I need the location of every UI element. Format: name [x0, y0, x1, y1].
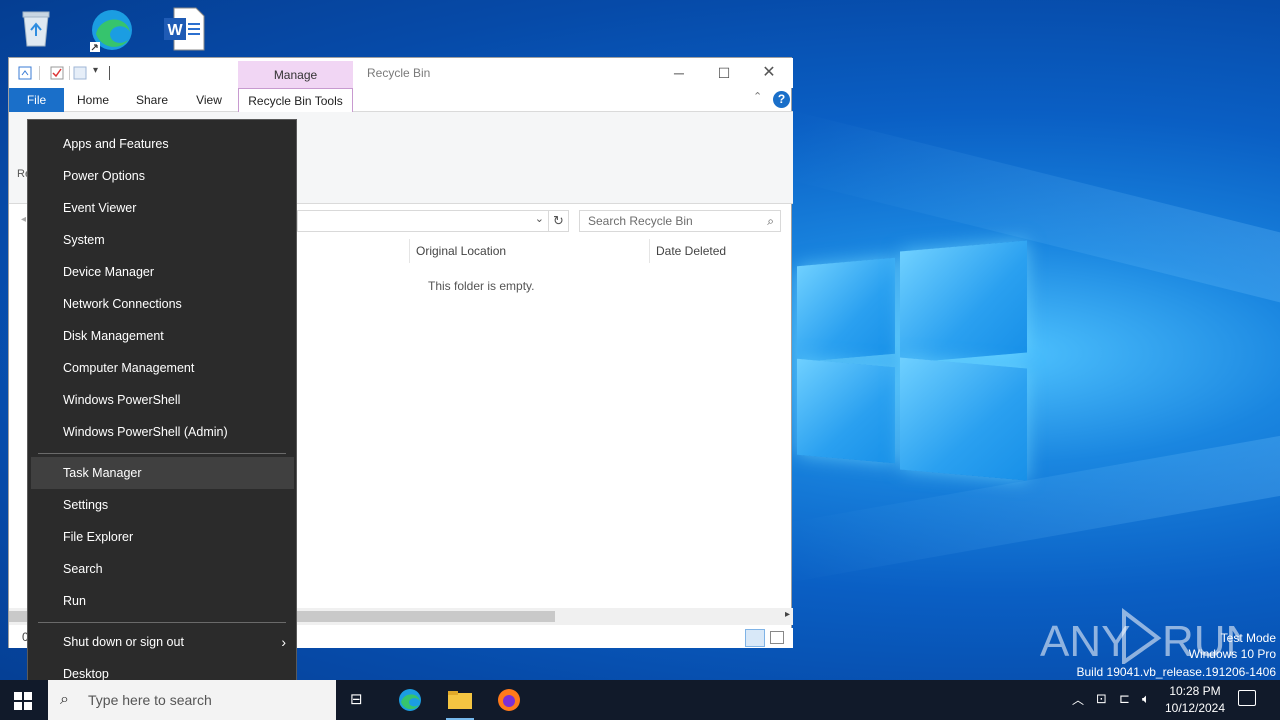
tab-recycle-bin-tools[interactable]: Recycle Bin Tools — [238, 88, 353, 113]
edge-taskbar-icon[interactable] — [398, 688, 422, 712]
logo-pane — [900, 240, 1027, 364]
details-view-icon[interactable] — [745, 629, 765, 647]
clock-time[interactable]: 10:28 PM — [1160, 684, 1230, 698]
scroll-right-icon[interactable]: ▸ — [785, 609, 790, 620]
close-button[interactable]: ✕ — [755, 63, 783, 83]
window-title: Recycle Bin — [367, 66, 431, 80]
search-icon: ⌕ — [60, 691, 69, 708]
tab-view[interactable]: View — [189, 88, 229, 112]
svg-text:W: W — [167, 22, 183, 39]
menu-item-device-manager[interactable]: Device Manager — [31, 256, 294, 288]
empty-folder-message: This folder is empty. — [428, 279, 535, 293]
menu-separator — [38, 453, 286, 454]
new-folder-icon[interactable] — [73, 66, 87, 80]
menu-separator — [38, 622, 286, 623]
collapse-ribbon-icon[interactable]: ⌃ — [753, 90, 762, 103]
windows-edition-label: Windows 10 Pro — [1188, 647, 1276, 661]
address-dropdown-icon[interactable]: ⌄ — [535, 212, 544, 225]
winx-menu[interactable]: Apps and Features Power Options Event Vi… — [27, 119, 297, 699]
taskbar-search-placeholder: Type here to search — [88, 692, 212, 708]
quick-access-dropdown-icon[interactable]: ▾ — [93, 65, 98, 76]
column-date-deleted[interactable]: Date Deleted — [649, 239, 789, 263]
menu-item-system[interactable]: System — [31, 224, 294, 256]
clock-date[interactable]: 10/12/2024 — [1160, 701, 1230, 715]
menu-item-windows-powershell-admin[interactable]: Windows PowerShell (Admin) — [31, 416, 294, 448]
menu-item-power-options[interactable]: Power Options — [31, 160, 294, 192]
large-icons-view-icon[interactable] — [770, 631, 784, 644]
search-placeholder: Search Recycle Bin — [588, 214, 693, 228]
ribbon-tabs: File Home Share View Recycle Bin Tools ⌃… — [9, 88, 793, 113]
recycle-bin-small-icon — [18, 66, 32, 80]
logo-pane — [797, 257, 895, 363]
properties-icon[interactable] — [50, 66, 64, 80]
taskbar-search-box[interactable]: ⌕ Type here to search — [48, 680, 336, 720]
menu-item-file-explorer[interactable]: File Explorer — [31, 521, 294, 553]
ethernet-icon[interactable]: ⊏ — [1119, 691, 1130, 707]
tab-share[interactable]: Share — [131, 88, 173, 112]
menu-item-network-connections[interactable]: Network Connections — [31, 288, 294, 320]
maximize-button[interactable]: ☐ — [710, 63, 738, 83]
minimize-button[interactable]: ─ — [665, 63, 693, 83]
search-input[interactable]: Search Recycle Bin ⌕ — [579, 210, 781, 232]
taskbar: ⌕ Type here to search ⊟ ︿ ⊡ ⊏ 🔈︎ 10:28 P… — [0, 680, 1280, 720]
back-arrow-icon[interactable]: ◂ — [21, 214, 26, 225]
recycle-bin-icon[interactable] — [14, 6, 58, 50]
refresh-button[interactable]: ↻ — [549, 210, 569, 232]
menu-item-windows-powershell[interactable]: Windows PowerShell — [31, 384, 294, 416]
menu-item-settings[interactable]: Settings — [31, 489, 294, 521]
test-mode-label: Test Mode — [1220, 631, 1276, 645]
column-original-location[interactable]: Original Location — [409, 239, 649, 263]
start-button[interactable] — [14, 692, 32, 710]
help-icon[interactable]: ? — [773, 91, 790, 108]
edge-icon[interactable] — [88, 6, 132, 52]
menu-item-run[interactable]: Run — [31, 585, 294, 617]
address-bar[interactable]: ⌄ — [297, 210, 549, 232]
search-icon: ⌕ — [767, 214, 774, 228]
menu-item-shut-down-or-sign-out[interactable]: Shut down or sign out › — [31, 626, 294, 658]
volume-icon[interactable]: 🔈︎ — [1142, 691, 1150, 707]
menu-item-apps-and-features[interactable]: Apps and Features — [31, 128, 294, 160]
menu-item-search[interactable]: Search — [31, 553, 294, 585]
chevron-right-icon: › — [281, 634, 286, 650]
menu-item-label: Shut down or sign out — [63, 635, 184, 649]
logo-pane — [900, 357, 1027, 481]
anyrun-brand-text: ANY — [1040, 617, 1130, 664]
file-explorer-taskbar-icon[interactable] — [446, 688, 474, 720]
tab-home[interactable]: Home — [71, 88, 115, 112]
menu-item-task-manager[interactable]: Task Manager — [31, 457, 294, 489]
logo-pane — [797, 358, 895, 464]
menu-item-disk-management[interactable]: Disk Management — [31, 320, 294, 352]
menu-item-computer-management[interactable]: Computer Management — [31, 352, 294, 384]
firefox-taskbar-icon[interactable] — [497, 688, 521, 712]
build-label: Build 19041.vb_release.191206-1406 — [1076, 665, 1277, 679]
show-hidden-icons-icon[interactable]: ︿ — [1072, 691, 1084, 708]
menu-item-event-viewer[interactable]: Event Viewer — [31, 192, 294, 224]
word-document-icon[interactable]: W — [162, 6, 206, 51]
network-icon[interactable]: ⊡ — [1096, 691, 1107, 707]
task-view-icon[interactable]: ⊟ — [350, 690, 370, 710]
title-bar[interactable]: ▾ Manage Recycle Bin ─ ☐ ✕ — [9, 58, 793, 88]
manage-context-header: Manage — [238, 61, 353, 88]
notifications-icon[interactable] — [1238, 690, 1256, 706]
tab-file[interactable]: File — [9, 88, 64, 112]
